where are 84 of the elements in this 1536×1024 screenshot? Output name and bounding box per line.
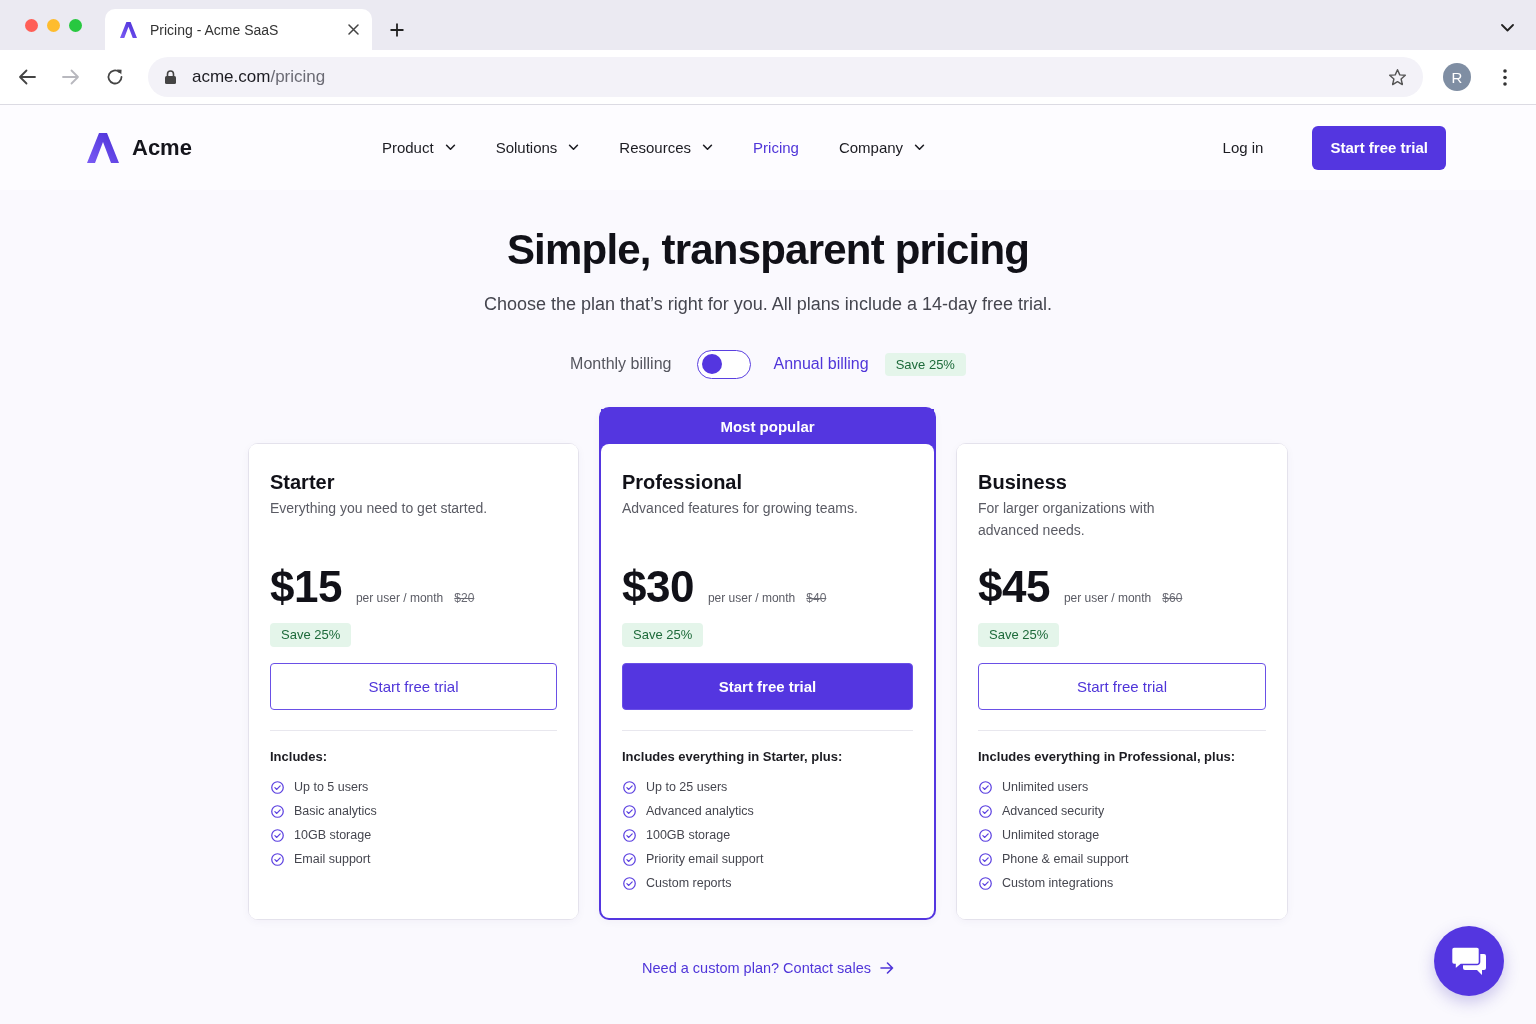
feature-text: Email support: [294, 852, 371, 866]
price-period: per user / month: [707, 591, 796, 605]
feature-text: Phone & email support: [1002, 852, 1129, 866]
billing-toggle[interactable]: [697, 349, 752, 379]
feature-text: Custom reports: [646, 876, 732, 890]
check-circle-icon: [979, 780, 992, 794]
trial-button[interactable]: Start free trial: [622, 663, 913, 710]
features-heading: Includes:: [270, 748, 329, 766]
brand-link[interactable]: Acme: [87, 132, 192, 163]
close-icon[interactable]: [348, 24, 359, 35]
feature-text: Advanced analytics: [646, 804, 754, 818]
login-link[interactable]: Log in: [1222, 139, 1264, 156]
check-circle-icon: [979, 852, 992, 866]
old-price: $20: [454, 591, 475, 605]
back-arrow-icon[interactable]: [18, 68, 36, 86]
chat-button[interactable]: [1434, 926, 1504, 996]
price-period: per user / month: [355, 591, 444, 605]
nav-link[interactable]: Product: [381, 139, 456, 156]
window-close-button[interactable]: [25, 18, 38, 32]
check-circle-icon: [979, 876, 992, 890]
logo-icon: [87, 132, 119, 163]
nav-link[interactable]: Solutions: [495, 139, 580, 156]
plan-name: Professional: [622, 470, 744, 494]
nav-link[interactable]: Pricing: [753, 139, 799, 156]
chat-bubbles-icon: [1451, 946, 1487, 976]
feature-text: Priority email support: [646, 852, 764, 866]
page-title: Simple, transparent pricing: [506, 225, 1030, 275]
features-heading: Includes everything in Starter, plus:: [622, 748, 844, 766]
page-subtitle: Choose the plan that’s right for you. All plans include a 14-day free trial.: [484, 293, 1052, 316]
chevron-down-icon[interactable]: [1501, 24, 1514, 32]
start-trial-button[interactable]: Start free trial: [1312, 125, 1446, 170]
popular-ribbon: Most popular: [601, 409, 934, 444]
feature-text: Unlimited users: [1002, 780, 1089, 794]
trial-button[interactable]: Start free trial: [270, 663, 557, 710]
plan-name: Business: [978, 470, 1068, 494]
address-field[interactable]: acme.com/pricing: [148, 57, 1423, 97]
check-circle-icon: [623, 876, 636, 890]
check-circle-icon: [623, 828, 636, 842]
feature-text: 100GB storage: [646, 828, 731, 842]
feature-text: Custom integrations: [1002, 876, 1114, 890]
check-circle-icon: [979, 804, 992, 818]
check-circle-icon: [271, 828, 284, 842]
price-period: per user / month: [1063, 591, 1152, 605]
check-circle-icon: [623, 780, 636, 794]
savings-badge: Save 25%: [270, 623, 352, 647]
plan-price: $45: [978, 563, 1050, 611]
plan-description: For larger organizations with advanced needs.: [978, 499, 1156, 540]
nav-link[interactable]: Company: [838, 139, 926, 156]
plan-description: Advanced features for growing teams.: [622, 499, 859, 518]
feature-text: Up to 5 users: [294, 780, 369, 794]
check-circle-icon: [979, 828, 992, 842]
check-circle-icon: [623, 852, 636, 866]
star-icon[interactable]: [1388, 67, 1407, 87]
logo-icon: [120, 21, 137, 38]
check-circle-icon: [271, 804, 284, 818]
plan-price: $15: [270, 563, 342, 611]
plan-description: Everything you need to get started.: [270, 499, 489, 518]
check-circle-icon: [271, 852, 284, 866]
plan-name: Starter: [270, 470, 336, 494]
contact-sales-link[interactable]: Need a custom plan? Contact sales: [642, 960, 894, 976]
browser-tab[interactable]: Pricing - Acme SaaS: [105, 9, 372, 50]
lock-icon: [165, 70, 176, 84]
feature-text: Advanced security: [1002, 804, 1105, 818]
check-circle-icon: [623, 804, 636, 818]
features-heading: Includes everything in Professional, plus:: [978, 748, 1237, 766]
savings-badge: Save 25%: [622, 623, 704, 647]
feature-text: Unlimited storage: [1002, 828, 1100, 842]
trial-button[interactable]: Start free trial: [978, 663, 1266, 710]
arrow-right-icon: [879, 962, 894, 974]
savings-badge: Save 25%: [978, 623, 1060, 647]
old-price: $40: [806, 591, 827, 605]
nav-link[interactable]: Resources: [619, 139, 714, 156]
feature-text: 10GB storage: [294, 828, 372, 842]
check-circle-icon: [271, 780, 284, 794]
plan-price: $30: [622, 563, 694, 611]
billing-option[interactable]: Annual billing: [773, 355, 869, 373]
billing-option[interactable]: Monthly billing: [570, 355, 672, 373]
reload-icon[interactable]: [106, 68, 124, 86]
feature-text: Up to 25 users: [646, 780, 728, 794]
feature-text: Basic analytics: [294, 804, 377, 818]
plus-icon[interactable]: [390, 23, 404, 37]
old-price: $60: [1162, 591, 1183, 605]
savings-badge: Save 25%: [884, 352, 966, 376]
more-menu-icon[interactable]: [1503, 68, 1507, 86]
